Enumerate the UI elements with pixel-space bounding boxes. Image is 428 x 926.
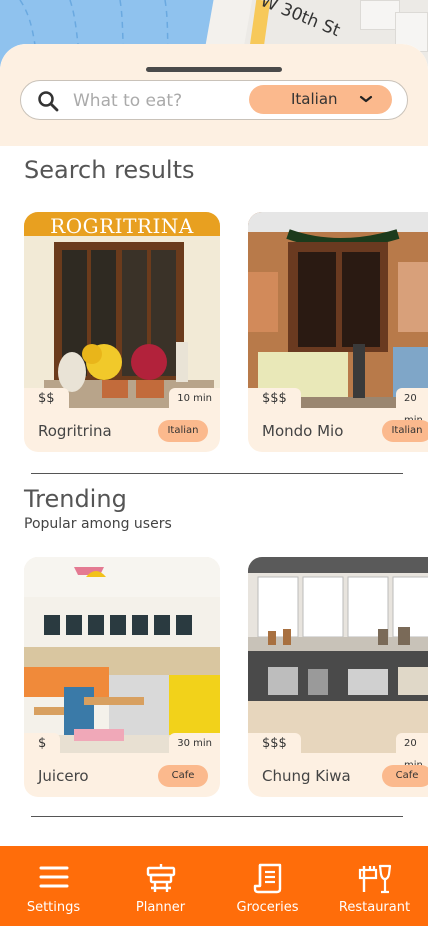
price-level: $$$	[248, 388, 301, 410]
planner-icon	[146, 864, 175, 892]
section-subtitle-trending: Popular among users	[24, 516, 172, 532]
map-block	[360, 0, 400, 30]
nav-item-planner[interactable]: Planner	[107, 846, 214, 926]
nav-label: Settings	[26, 900, 81, 915]
restaurant-photo: ROGRITRINA	[24, 212, 220, 408]
price-level: $$$	[248, 733, 301, 755]
section-title-search-results: Search results	[24, 156, 195, 184]
restaurant-name: Rogritrina	[38, 422, 112, 440]
wait-time: 30 min	[169, 733, 220, 755]
trending-carousel[interactable]: $ 30 min Juicero Cafe $$$ 20 Chung Kiwa …	[24, 557, 428, 797]
cuisine-badge: Cafe	[382, 765, 428, 787]
search-input[interactable]	[73, 87, 253, 115]
wait-time: 20 min	[396, 733, 428, 771]
nav-label: Groceries	[236, 900, 299, 915]
bottom-nav: Settings Planner Groceries Restaurant	[0, 846, 428, 926]
wait-time: 20 min	[396, 388, 428, 426]
restaurant-photo	[24, 557, 220, 753]
cuisine-select[interactable]: Italian	[249, 85, 392, 114]
cuisine-badge: Italian	[382, 420, 428, 442]
price-level: $	[24, 733, 61, 755]
cuisine-select-value: Italian	[291, 90, 338, 108]
restaurant-card[interactable]: $ 30 min Juicero Cafe	[24, 557, 220, 797]
price-level: $$	[24, 388, 69, 410]
storefront-sign: ROGRITRINA	[50, 214, 194, 238]
wait-time: 10 min	[169, 388, 220, 410]
section-title-trending: Trending	[24, 485, 127, 513]
cuisine-badge: Italian	[158, 420, 208, 442]
restaurant-photo	[248, 212, 428, 408]
results-sheet: Italian Search results	[0, 44, 428, 926]
section-divider	[31, 816, 403, 817]
restaurant-card[interactable]: $$$ 20 min Mondo Mio Italian	[248, 212, 428, 452]
nav-item-restaurant[interactable]: Restaurant	[321, 846, 428, 926]
search-bar: Italian	[20, 80, 408, 120]
nav-item-groceries[interactable]: Groceries	[214, 846, 321, 926]
nav-item-settings[interactable]: Settings	[0, 846, 107, 926]
nav-label: Restaurant	[338, 900, 411, 915]
search-results-carousel[interactable]: ROGRITRINA $$ 10 min Rogritrina Italian	[24, 212, 428, 452]
restaurant-name: Chung Kiwa	[262, 767, 351, 785]
search-icon	[38, 91, 59, 112]
restaurant-icon	[358, 864, 391, 894]
cuisine-badge: Cafe	[158, 765, 208, 787]
restaurant-photo	[248, 557, 428, 753]
map-street-name: W 30th St	[257, 0, 343, 42]
drag-handle[interactable]	[146, 67, 282, 72]
section-divider	[31, 473, 403, 474]
chevron-down-icon	[359, 95, 373, 103]
nav-label: Planner	[135, 900, 186, 915]
restaurant-name: Juicero	[38, 767, 89, 785]
receipt-icon	[253, 863, 281, 894]
restaurant-card[interactable]: ROGRITRINA $$ 10 min Rogritrina Italian	[24, 212, 220, 452]
restaurant-card[interactable]: $$$ 20 min Chung Kiwa Cafe	[248, 557, 428, 797]
menu-icon	[39, 866, 68, 888]
restaurant-name: Mondo Mio	[262, 422, 344, 440]
